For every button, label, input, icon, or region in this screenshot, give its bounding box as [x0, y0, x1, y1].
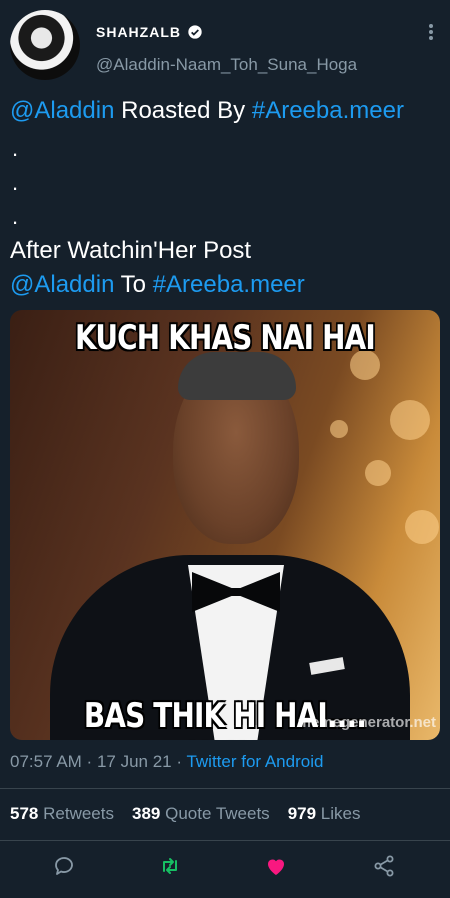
retweet-icon[interactable] [158, 854, 182, 878]
tweet-actions-bar [0, 850, 450, 884]
tweet-text-segment: Roasted By [114, 97, 252, 124]
meta-separator: · [171, 752, 187, 771]
likes-count: 979 [287, 804, 317, 823]
retweets-label: Retweets [43, 804, 114, 823]
hashtag-link[interactable]: #Areeba.meer [252, 97, 404, 124]
meme-figure-hair [178, 352, 296, 400]
display-name[interactable]: SHAHZALB [96, 24, 181, 40]
author-handle[interactable]: @Aladdin-Naam_Toh_Suna_Hoga [96, 55, 357, 75]
dot-line: . [12, 204, 19, 229]
meme-watermark: memegenerator.net [297, 714, 436, 731]
engagement-stats: 578 Retweets 389 Quote Tweets 979 Likes [10, 804, 360, 824]
reply-icon[interactable] [52, 854, 76, 878]
quotes-label: Quote Tweets [165, 804, 270, 823]
tweet-date[interactable]: 17 Jun 21 [97, 752, 172, 771]
divider [0, 840, 450, 841]
tweet-line: After Watchin'Her Post [10, 237, 252, 264]
dot-line: . [12, 136, 19, 161]
hashtag-link[interactable]: #Areeba.meer [153, 271, 305, 298]
mention-link[interactable]: @Aladdin [10, 97, 114, 124]
avatar[interactable] [10, 10, 80, 80]
tweet-line: @Aladdin To #Areeba.meer [10, 270, 305, 299]
author-name-row[interactable]: SHAHZALB [96, 24, 203, 40]
tweet-line: @Aladdin Roasted By #Areeba.meer [10, 96, 404, 125]
meme-top-caption: KUCH KHAS NAI HAI [75, 318, 376, 358]
heart-icon[interactable] [264, 854, 288, 878]
tweet-header: SHAHZALB @Aladdin-Naam_Toh_Suna_Hoga [0, 0, 450, 90]
mention-link[interactable]: @Aladdin [10, 271, 114, 298]
retweets-count: 578 [10, 804, 39, 823]
dot-line: . [12, 170, 19, 195]
quotes-count: 389 [131, 804, 161, 823]
quote-tweets-stat[interactable]: 389 Quote Tweets [132, 804, 270, 824]
tweet-source-link[interactable]: Twitter for Android [186, 752, 323, 771]
verified-badge-icon [188, 25, 202, 39]
tweet-time[interactable]: 07:57 AM [10, 752, 82, 771]
divider [0, 788, 450, 789]
share-icon[interactable] [372, 854, 396, 878]
likes-stat[interactable]: 979 Likes [288, 804, 361, 824]
more-options-icon[interactable] [424, 22, 438, 44]
tweet-timestamp-row: 07:57 AM · 17 Jun 21 · Twitter for Andro… [10, 752, 323, 772]
tweet-text-segment: To [114, 271, 153, 298]
retweets-stat[interactable]: 578 Retweets [10, 804, 114, 824]
meta-separator: · [81, 752, 97, 771]
tweet-media-image[interactable]: KUCH KHAS NAI HAI BAS THIK HI HAI.... HM… [10, 310, 440, 740]
likes-label: Likes [320, 804, 361, 823]
